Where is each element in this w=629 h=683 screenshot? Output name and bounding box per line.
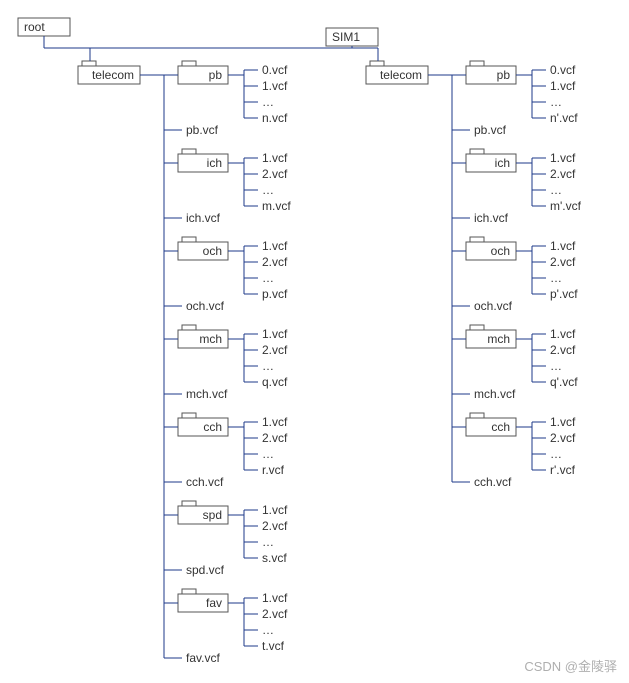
left-pb-vcf: pb.vcf bbox=[186, 123, 219, 137]
right-ich-vcf: ich.vcf bbox=[474, 211, 509, 225]
left-cch-tab bbox=[182, 413, 196, 418]
left-mch-file-3: q.vcf bbox=[262, 375, 288, 389]
right-ich-file-0: 1.vcf bbox=[550, 151, 576, 165]
right-pb-tab bbox=[470, 61, 484, 66]
left-spd-vcf: spd.vcf bbox=[186, 563, 225, 577]
left-och-label: och bbox=[203, 244, 222, 258]
left-ich-label: ich bbox=[207, 156, 222, 170]
right-och-file-0: 1.vcf bbox=[550, 239, 576, 253]
left-mch-file-0: 1.vcf bbox=[262, 327, 288, 341]
right-pb-file-1: 1.vcf bbox=[550, 79, 576, 93]
left-telecom-tab bbox=[82, 61, 96, 66]
right-pb-label: pb bbox=[497, 68, 511, 82]
right-pb-file-2: … bbox=[550, 95, 562, 109]
left-pb-label: pb bbox=[209, 68, 223, 82]
left-ich-file-1: 2.vcf bbox=[262, 167, 288, 181]
left-mch-vcf: mch.vcf bbox=[186, 387, 228, 401]
left-cch-file-0: 1.vcf bbox=[262, 415, 288, 429]
right-cch-file-0: 1.vcf bbox=[550, 415, 576, 429]
right-mch-file-1: 2.vcf bbox=[550, 343, 576, 357]
left-pb-file-2: … bbox=[262, 95, 274, 109]
left-fav-tab bbox=[182, 589, 196, 594]
right-ich-tab bbox=[470, 149, 484, 154]
right-mch-tab bbox=[470, 325, 484, 330]
left-cch-file-2: … bbox=[262, 447, 274, 461]
left-spd-file-0: 1.vcf bbox=[262, 503, 288, 517]
right-och-file-2: … bbox=[550, 271, 562, 285]
right-cch-file-1: 2.vcf bbox=[550, 431, 576, 445]
right-ich-file-1: 2.vcf bbox=[550, 167, 576, 181]
left-spd-file-1: 2.vcf bbox=[262, 519, 288, 533]
right-telecom-tab bbox=[370, 61, 384, 66]
right-telecom-label: telecom bbox=[380, 68, 422, 82]
left-fav-label: fav bbox=[206, 596, 222, 610]
left-fav-file-3: t.vcf bbox=[262, 639, 285, 653]
left-fav-file-2: … bbox=[262, 623, 274, 637]
right-och-vcf: och.vcf bbox=[474, 299, 513, 313]
left-telecom-label: telecom bbox=[92, 68, 134, 82]
left-mch-label: mch bbox=[199, 332, 222, 346]
left-spd-file-3: s.vcf bbox=[262, 551, 287, 565]
left-pb-file-0: 0.vcf bbox=[262, 63, 288, 77]
left-cch-label: cch bbox=[203, 420, 222, 434]
left-spd-tab bbox=[182, 501, 196, 506]
right-ich-label: ich bbox=[495, 156, 510, 170]
right-mch-file-3: q'.vcf bbox=[550, 375, 578, 389]
right-och-label: och bbox=[491, 244, 510, 258]
left-ich-file-2: … bbox=[262, 183, 274, 197]
right-mch-label: mch bbox=[487, 332, 510, 346]
left-och-file-0: 1.vcf bbox=[262, 239, 288, 253]
right-pb-vcf: pb.vcf bbox=[474, 123, 507, 137]
left-mch-file-2: … bbox=[262, 359, 274, 373]
left-cch-file-3: r.vcf bbox=[262, 463, 285, 477]
left-ich-vcf: ich.vcf bbox=[186, 211, 221, 225]
left-och-file-3: p.vcf bbox=[262, 287, 288, 301]
left-pb-tab bbox=[182, 61, 196, 66]
right-ich-file-3: m'.vcf bbox=[550, 199, 582, 213]
right-och-file-3: p'.vcf bbox=[550, 287, 578, 301]
right-mch-file-0: 1.vcf bbox=[550, 327, 576, 341]
left-cch-vcf: cch.vcf bbox=[186, 475, 224, 489]
right-cch-file-3: r'.vcf bbox=[550, 463, 576, 477]
left-mch-tab bbox=[182, 325, 196, 330]
left-fav-file-1: 2.vcf bbox=[262, 607, 288, 621]
root-label: root bbox=[24, 20, 45, 34]
left-ich-file-0: 1.vcf bbox=[262, 151, 288, 165]
right-och-tab bbox=[470, 237, 484, 242]
left-och-file-2: … bbox=[262, 271, 274, 285]
right-cch-file-2: … bbox=[550, 447, 562, 461]
left-ich-tab bbox=[182, 149, 196, 154]
right-cch-tab bbox=[470, 413, 484, 418]
right-cch-label: cch bbox=[491, 420, 510, 434]
left-fav-file-0: 1.vcf bbox=[262, 591, 288, 605]
right-pb-file-3: n'.vcf bbox=[550, 111, 578, 125]
right-ich-file-2: … bbox=[550, 183, 562, 197]
right-och-file-1: 2.vcf bbox=[550, 255, 576, 269]
left-mch-file-1: 2.vcf bbox=[262, 343, 288, 357]
left-ich-file-3: m.vcf bbox=[262, 199, 291, 213]
left-pb-file-1: 1.vcf bbox=[262, 79, 288, 93]
left-och-tab bbox=[182, 237, 196, 242]
left-cch-file-1: 2.vcf bbox=[262, 431, 288, 445]
left-spd-label: spd bbox=[203, 508, 222, 522]
right-cch-vcf: cch.vcf bbox=[474, 475, 512, 489]
left-spd-file-2: … bbox=[262, 535, 274, 549]
right-mch-vcf: mch.vcf bbox=[474, 387, 516, 401]
sim1-label: SIM1 bbox=[332, 30, 360, 44]
right-pb-file-0: 0.vcf bbox=[550, 63, 576, 77]
left-pb-file-3: n.vcf bbox=[262, 111, 288, 125]
left-fav-vcf: fav.vcf bbox=[186, 651, 220, 665]
left-och-file-1: 2.vcf bbox=[262, 255, 288, 269]
right-mch-file-2: … bbox=[550, 359, 562, 373]
left-och-vcf: och.vcf bbox=[186, 299, 225, 313]
